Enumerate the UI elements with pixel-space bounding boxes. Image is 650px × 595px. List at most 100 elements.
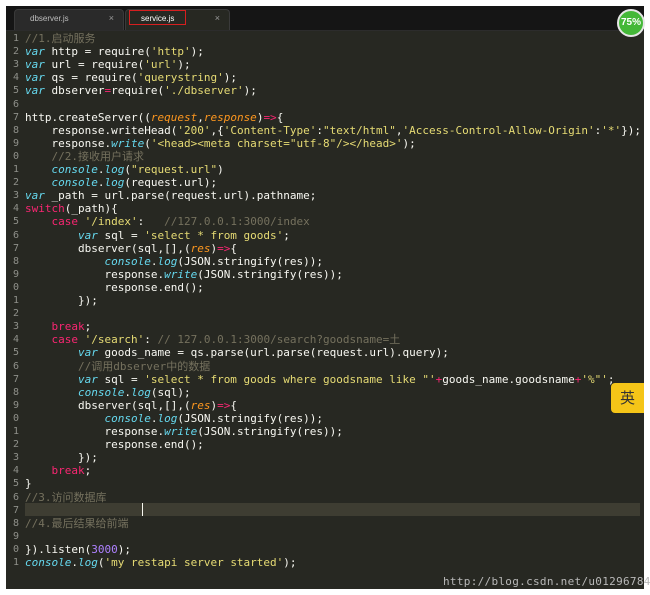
code-token: }).listen( xyxy=(25,542,92,556)
code-editor[interactable]: //1.启动服务 var http = require('http'); var u… xyxy=(25,32,641,589)
code-token: (_path){ xyxy=(64,202,118,216)
line-number: 6 xyxy=(12,360,19,372)
code-token: request xyxy=(150,110,198,124)
code-token: require( xyxy=(91,58,145,72)
code-line[interactable]: var _path = url.parse(request.url).pathn… xyxy=(25,189,316,202)
code-token: log xyxy=(104,176,125,190)
code-line[interactable]: console.log(request.url); xyxy=(25,176,217,189)
code-token: ); xyxy=(177,58,191,72)
code-token: var xyxy=(77,346,98,360)
code-line[interactable]: console.log('my restapi server started')… xyxy=(25,556,297,569)
line-number: 0 xyxy=(12,150,19,162)
code-token: dbserver(sql,[],( xyxy=(25,398,191,412)
code-token: '200' xyxy=(177,123,211,137)
code-token: log xyxy=(104,163,125,176)
code-token: ; xyxy=(283,228,290,242)
line-number: 0 xyxy=(12,543,19,555)
code-token: log xyxy=(157,254,178,268)
line-number: 9 xyxy=(12,399,19,411)
code-line[interactable]: break; xyxy=(25,320,92,333)
code-line[interactable]: response.write(JSON.stringify(res)); xyxy=(25,425,343,438)
close-icon[interactable]: × xyxy=(109,13,114,23)
code-line[interactable]: var sql = 'select * from goods'; xyxy=(25,229,290,242)
line-number: 2 xyxy=(12,439,19,451)
line-number: 2 xyxy=(12,308,19,320)
code-token: 'Content-Type' xyxy=(223,123,317,137)
code-token: ); xyxy=(283,556,297,569)
code-token: write xyxy=(164,267,198,281)
code-token: //3.访问数据库 xyxy=(25,490,107,504)
line-number: 0 xyxy=(12,281,19,293)
code-line[interactable]: dbserver(sql,[],(res)=>{ xyxy=(25,242,237,255)
text-caret xyxy=(142,503,143,516)
code-line[interactable]: //1.启动服务 xyxy=(25,32,96,45)
code-line[interactable]: response.write('<head><meta charset="utf… xyxy=(25,136,415,150)
line-number: 5 xyxy=(12,478,19,490)
code-line[interactable]: //调用dbserver中的数据 xyxy=(25,360,210,373)
code-line[interactable]: } xyxy=(25,477,32,490)
code-token: '%"' xyxy=(581,372,608,386)
code-line[interactable]: console.log(JSON.stringify(res)); xyxy=(25,412,323,425)
code-token: url = xyxy=(44,58,92,72)
ime-indicator[interactable]: 英 xyxy=(611,383,644,413)
code-token: response xyxy=(203,110,257,124)
code-token: res xyxy=(190,241,211,255)
code-line[interactable]: console.log("request.url") xyxy=(25,163,223,176)
code-token: ( xyxy=(144,136,151,150)
code-token: { xyxy=(230,398,237,412)
line-number: 8 xyxy=(12,124,19,136)
code-line[interactable]: response.writeHead('200',{'Content-Type'… xyxy=(25,123,640,137)
line-number: 1 xyxy=(12,426,19,437)
code-token: (request.url); xyxy=(124,176,218,190)
code-line[interactable]: var http = require('http'); xyxy=(25,45,204,58)
code-line[interactable]: http.createServer((request,response)=>{ xyxy=(25,111,283,124)
code-token: dbserver xyxy=(44,84,105,98)
line-number: 9 xyxy=(12,530,19,542)
close-icon[interactable]: × xyxy=(215,13,220,23)
code-token: //调用dbserver中的数据 xyxy=(25,359,211,373)
code-line[interactable]: var dbserver=require('./dbserver'); xyxy=(25,84,257,97)
code-line[interactable]: response.end(); xyxy=(25,438,203,451)
progress-badge[interactable]: 75% xyxy=(617,9,645,37)
code-token: var xyxy=(25,71,45,85)
tab-dbserver[interactable]: dbserver.js × xyxy=(14,9,124,30)
line-number: 1 xyxy=(12,295,19,306)
code-token: => xyxy=(263,110,277,124)
code-line[interactable]: var goods_name = qs.parse(url.parse(requ… xyxy=(25,346,449,359)
code-line[interactable]: //3.访问数据库 xyxy=(25,491,107,504)
code-token: log xyxy=(157,411,178,425)
code-line[interactable]: }); xyxy=(25,451,98,464)
watermark: http://blog.csdn.net/u012967849 xyxy=(443,575,650,588)
code-token: . xyxy=(124,385,131,399)
code-line[interactable]: dbserver(sql,[],(res)=>{ xyxy=(25,399,237,412)
code-line[interactable]: response.write(JSON.stringify(res)); xyxy=(25,267,342,281)
code-line[interactable]: console.log(sql); xyxy=(25,386,191,399)
code-token: //1.启动服务 xyxy=(25,32,96,45)
code-line[interactable]: var sql = 'select * from goods where goo… xyxy=(25,373,614,386)
code-line[interactable]: }); xyxy=(25,294,98,307)
code-token: . xyxy=(71,556,78,569)
code-line[interactable]: var url = require('url'); xyxy=(25,58,191,71)
code-line[interactable]: break; xyxy=(25,464,92,477)
code-line[interactable]: //2.接收用户请求 xyxy=(25,150,144,163)
code-line[interactable]: }).listen(3000); xyxy=(25,543,131,556)
code-line[interactable]: case '/search': // 127.0.0.1:3000/search… xyxy=(25,333,401,346)
code-token: (JSON.stringify(res)); xyxy=(197,425,343,438)
code-token: 'select * from goods' xyxy=(144,228,284,242)
line-number: 3 xyxy=(12,452,19,464)
code-line[interactable]: console.log(JSON.stringify(res)); xyxy=(25,255,323,268)
code-line[interactable]: //4.最后结果给前端 xyxy=(25,517,129,530)
code-token: _path = url.parse(request.url).pathname; xyxy=(44,189,317,203)
code-line[interactable]: case '/index': //127.0.0.1:3000/index xyxy=(25,215,310,228)
code-line[interactable]: var qs = require('querystring'); xyxy=(25,71,237,84)
code-token: ); xyxy=(223,71,237,85)
code-token: case xyxy=(51,215,79,229)
line-number: 2 xyxy=(12,177,19,189)
code-line[interactable]: response.end(); xyxy=(25,281,203,294)
code-line[interactable]: switch(_path){ xyxy=(25,202,118,215)
code-token: http = xyxy=(44,45,98,59)
current-line-highlight xyxy=(25,503,640,516)
code-token: }); xyxy=(25,294,98,307)
code-token: ); xyxy=(190,45,204,59)
